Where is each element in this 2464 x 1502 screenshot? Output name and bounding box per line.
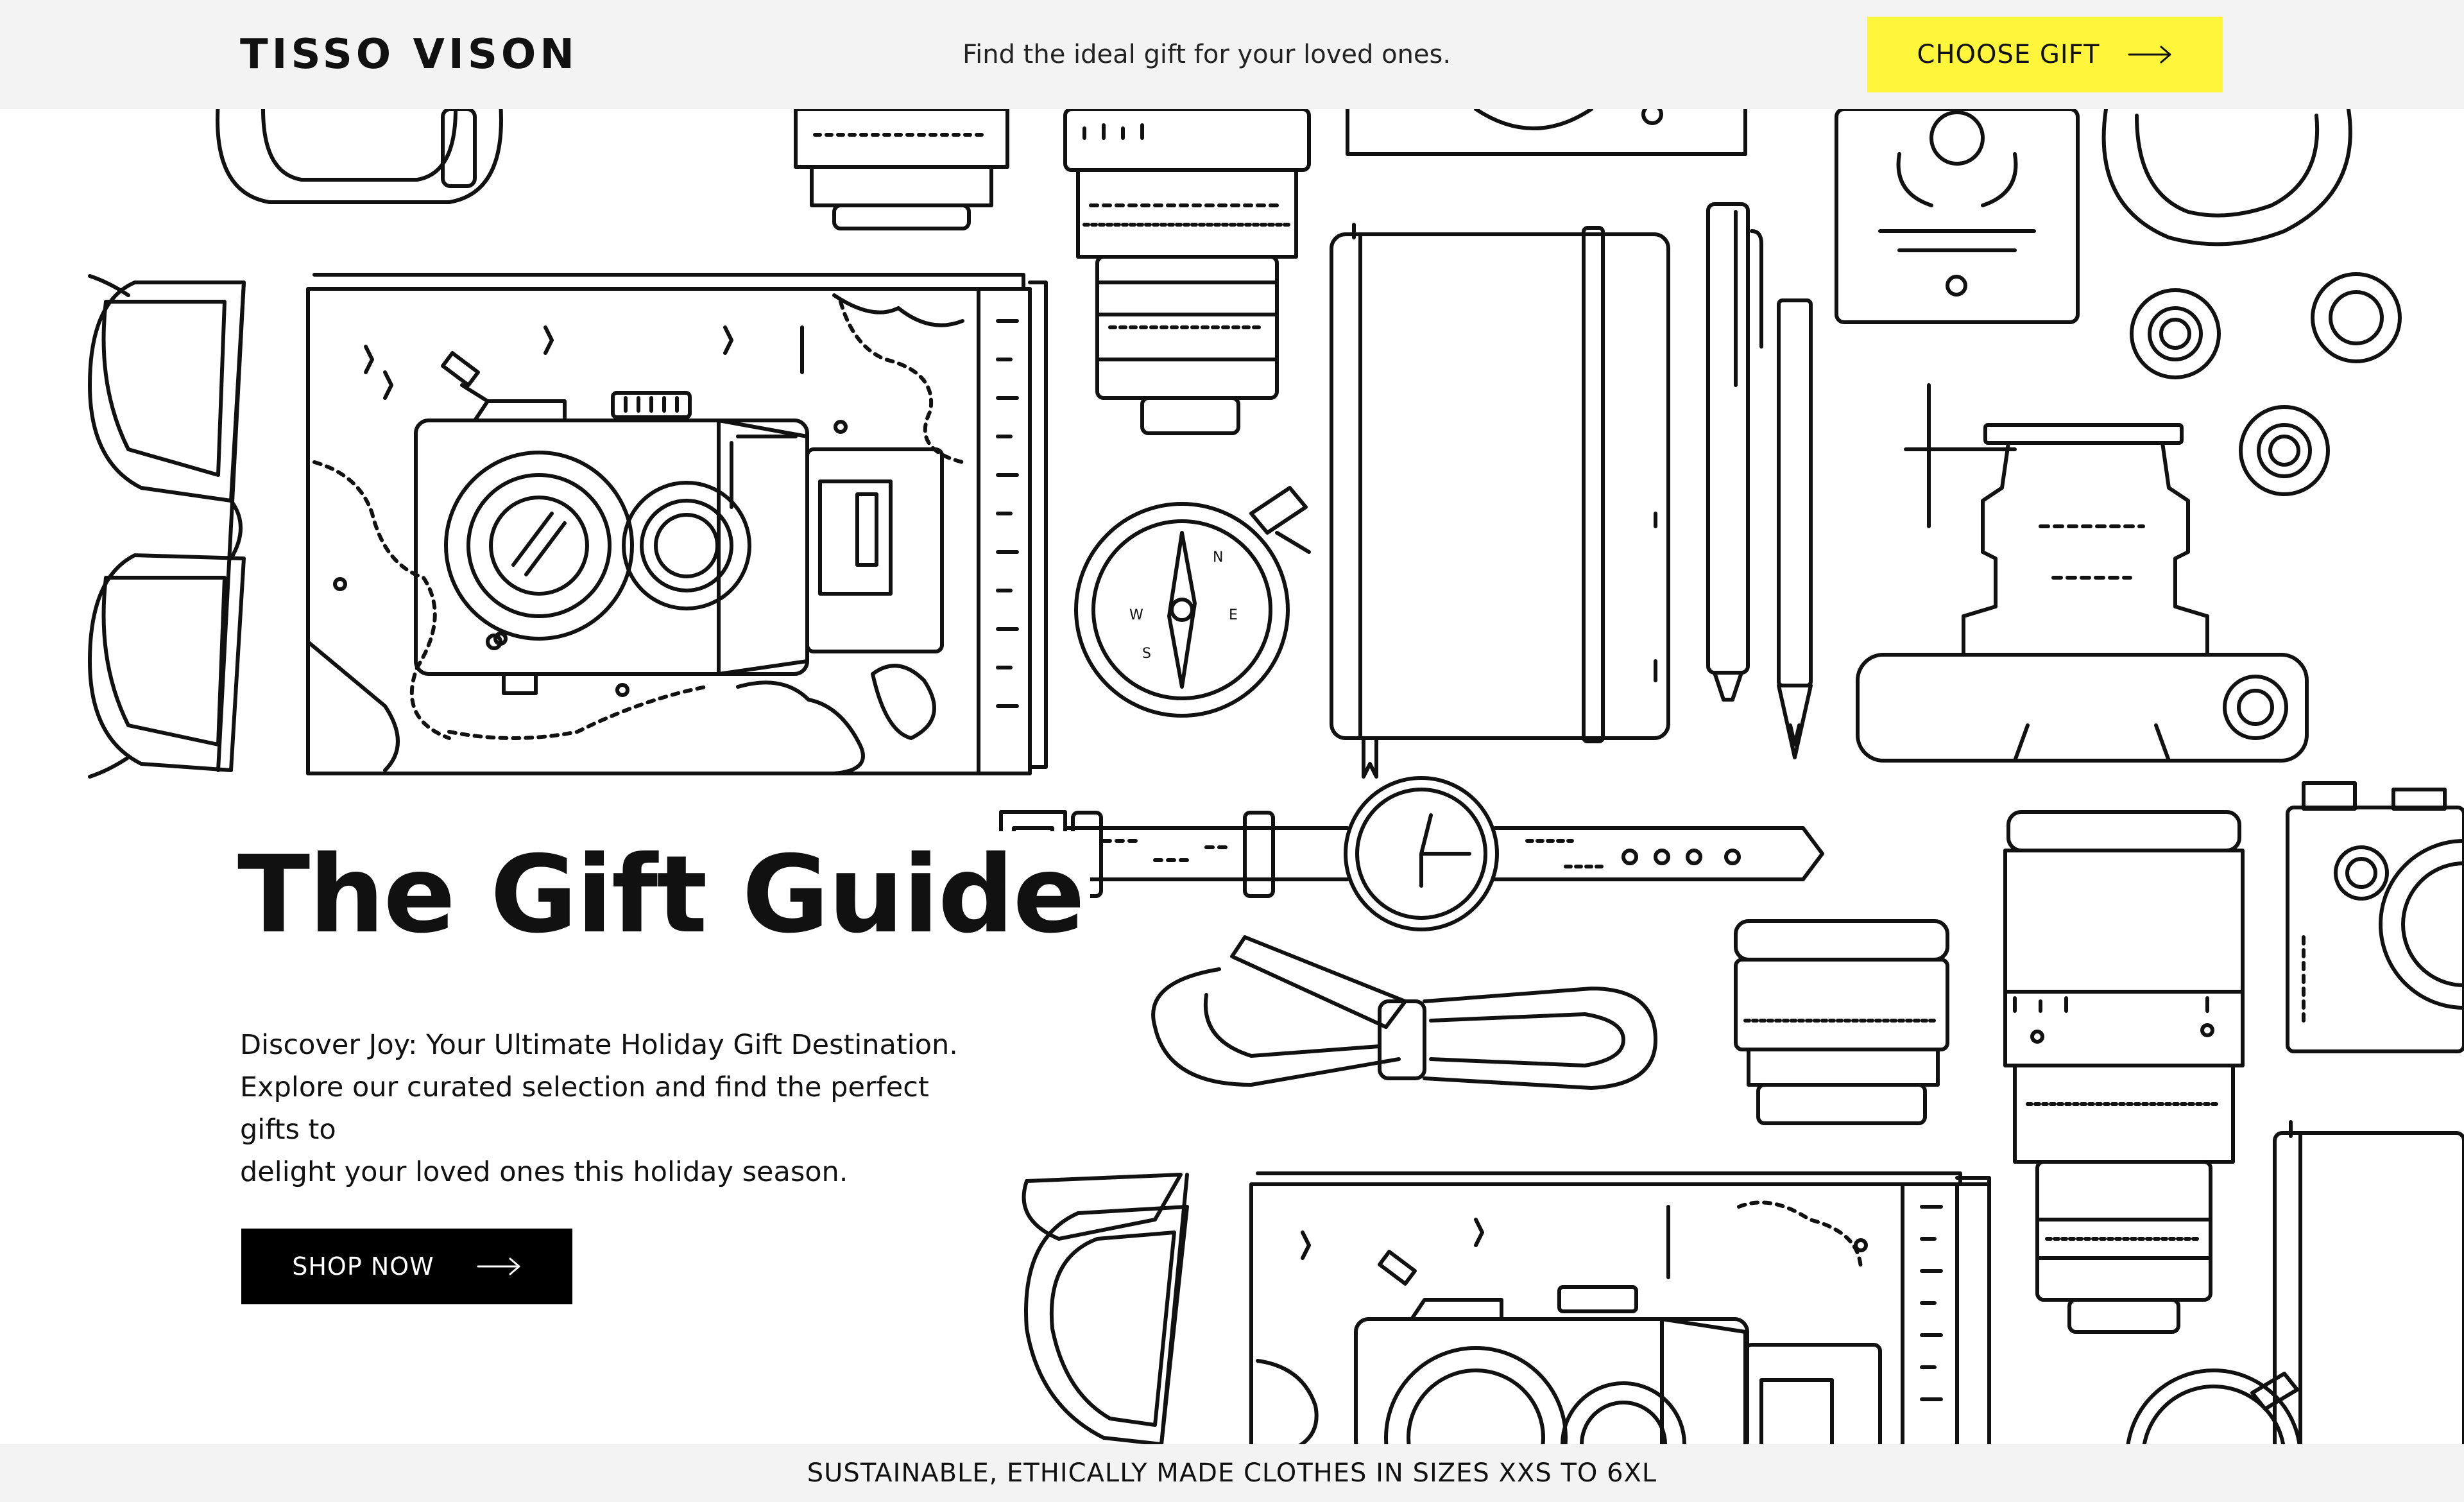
shop-now-label: SHOP NOW — [292, 1252, 434, 1281]
arrow-right-icon — [2128, 45, 2173, 64]
announcement-text: SUSTAINABLE, ETHICALLY MADE CLOTHES IN S… — [807, 1458, 1657, 1488]
telephoto-lens-icon — [1063, 107, 1311, 435]
round-dish-icon — [2101, 107, 2352, 246]
sunglasses-icon — [88, 274, 246, 779]
camera-icon — [2286, 781, 2464, 1053]
hero-description-line: Explore our curated selection and find t… — [240, 1071, 929, 1146]
map-icon — [306, 273, 1048, 775]
telephoto-lens-icon — [2003, 810, 2245, 1334]
top-header: TISSO VISON Find the ideal gift for your… — [0, 0, 2464, 109]
pen-icon — [1706, 202, 1763, 702]
hero-description-line: delight your loved ones this holiday sea… — [240, 1156, 848, 1188]
bow-tie-icon — [1151, 935, 1657, 1090]
notebook-icon — [2273, 1120, 2464, 1456]
compass-icon: W E S N — [1074, 486, 1311, 718]
announcement-bar: SUSTAINABLE, ETHICALLY MADE CLOTHES IN S… — [0, 1444, 2464, 1502]
wristwatch-icon — [999, 776, 1824, 931]
svg-text:N: N — [1213, 549, 1223, 565]
hero-description: Discover Joy: Your Ultimate Holiday Gift… — [240, 1024, 978, 1193]
earbud-icon — [2130, 272, 2402, 496]
svg-text:W: W — [1129, 607, 1143, 623]
shop-now-button[interactable]: SHOP NOW — [241, 1229, 572, 1304]
camera-icon — [1856, 383, 2309, 763]
lens-icon — [1734, 919, 1949, 1125]
twin-lens-camera-icon — [414, 351, 944, 695]
choose-gift-button[interactable]: CHOOSE GIFT — [1867, 17, 2223, 92]
notebook-icon — [1330, 223, 1670, 779]
choose-gift-label: CHOOSE GIFT — [1917, 40, 2100, 69]
svg-text:S: S — [1142, 646, 1151, 662]
sunglasses-icon — [1022, 1173, 1189, 1446]
header-tagline: Find the ideal gift for your loved ones. — [963, 40, 1451, 69]
pencil-icon — [1777, 298, 1813, 759]
bow-tie-icon — [216, 101, 503, 204]
certificate-icon — [1835, 107, 2080, 324]
page-title: The Gift Guide — [237, 831, 1091, 960]
lens-icon — [794, 107, 1009, 230]
picture-frame-icon — [1346, 103, 1747, 156]
svg-text:E: E — [1229, 607, 1238, 623]
hero-description-line: Discover Joy: Your Ultimate Holiday Gift… — [240, 1029, 958, 1061]
arrow-right-icon — [477, 1257, 522, 1276]
brand-logo[interactable]: TISSO VISON — [240, 30, 578, 80]
